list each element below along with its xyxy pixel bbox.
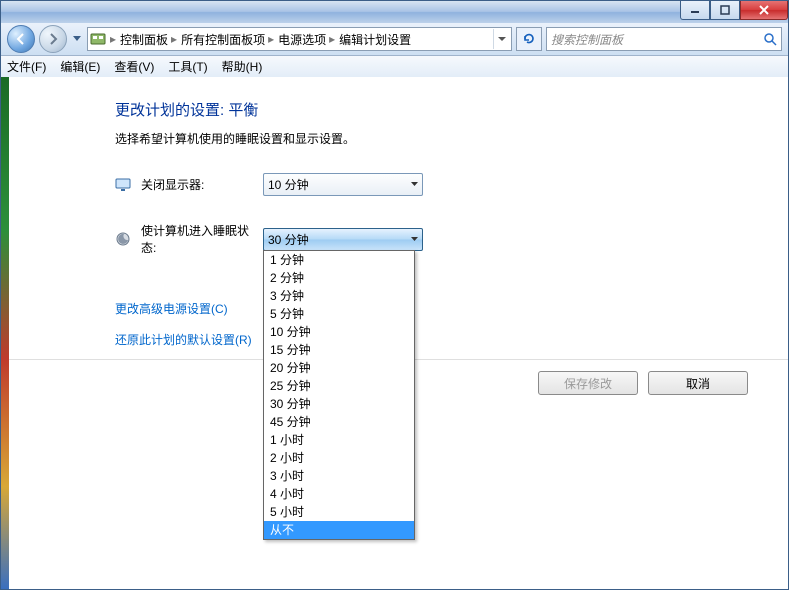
search-icon [763, 32, 777, 46]
dropdown-option[interactable]: 20 分钟 [264, 359, 414, 377]
dropdown-option[interactable]: 2 小时 [264, 449, 414, 467]
menu-view[interactable]: 查看(V) [114, 58, 154, 75]
link-advanced-settings[interactable]: 更改高级电源设置(C) [115, 300, 228, 317]
refresh-button[interactable] [516, 27, 542, 51]
display-off-label: 关闭显示器: [141, 176, 263, 193]
breadcrumb-item[interactable]: 所有控制面板项▸ [181, 31, 274, 48]
content-area: 更改计划的设置: 平衡 选择希望计算机使用的睡眠设置和显示设置。 关闭显示器: … [1, 77, 788, 589]
arrow-right-icon [46, 32, 60, 46]
display-off-combo[interactable]: 10 分钟 [263, 173, 423, 196]
menu-file[interactable]: 文件(F) [7, 58, 46, 75]
dropdown-option[interactable]: 4 小时 [264, 485, 414, 503]
menu-edit[interactable]: 编辑(E) [60, 58, 100, 75]
address-bar[interactable]: ▸ 控制面板▸ 所有控制面板项▸ 电源选项▸ 编辑计划设置 [87, 27, 512, 51]
display-off-value: 10 分钟 [268, 176, 309, 193]
chevron-down-icon [73, 36, 81, 42]
links-block: 更改高级电源设置(C) 还原此计划的默认设置(R) [115, 300, 788, 362]
cancel-button[interactable]: 取消 [648, 371, 748, 395]
refresh-icon [522, 32, 536, 46]
menu-bar: 文件(F) 编辑(E) 查看(V) 工具(T) 帮助(H) [1, 56, 788, 78]
save-button[interactable]: 保存修改 [538, 371, 638, 395]
sleep-value: 30 分钟 [268, 231, 309, 248]
nav-history-dropdown[interactable] [71, 36, 83, 42]
sleep-dropdown-list[interactable]: 1 分钟2 分钟3 分钟5 分钟10 分钟15 分钟20 分钟25 分钟30 分… [263, 250, 415, 540]
dropdown-option[interactable]: 25 分钟 [264, 377, 414, 395]
dropdown-option[interactable]: 5 小时 [264, 503, 414, 521]
dropdown-option[interactable]: 3 小时 [264, 467, 414, 485]
maximize-icon [720, 5, 730, 15]
dropdown-option[interactable]: 15 分钟 [264, 341, 414, 359]
maximize-button[interactable] [710, 1, 740, 20]
left-stripe [1, 77, 9, 589]
monitor-icon [115, 177, 131, 193]
close-button[interactable] [740, 1, 788, 20]
sleep-label: 使计算机进入睡眠状态: [141, 222, 263, 256]
close-icon [758, 5, 770, 15]
back-button[interactable] [7, 25, 35, 53]
footer-buttons: 保存修改 取消 [538, 371, 748, 395]
search-placeholder: 搜索控制面板 [551, 31, 623, 48]
titlebar [1, 1, 788, 23]
moon-icon [115, 231, 131, 247]
page-title: 更改计划的设置: 平衡 [115, 99, 788, 120]
window-buttons [680, 1, 788, 20]
dropdown-option[interactable]: 1 小时 [264, 431, 414, 449]
dropdown-option[interactable]: 2 分钟 [264, 269, 414, 287]
address-dropdown[interactable] [493, 29, 509, 49]
row-display-off: 关闭显示器: 10 分钟 [115, 173, 788, 196]
dropdown-option[interactable]: 10 分钟 [264, 323, 414, 341]
breadcrumb-item[interactable]: 编辑计划设置 [339, 31, 411, 48]
forward-button[interactable] [39, 25, 67, 53]
menu-tools[interactable]: 工具(T) [168, 58, 207, 75]
main-panel: 更改计划的设置: 平衡 选择希望计算机使用的睡眠设置和显示设置。 关闭显示器: … [9, 77, 788, 362]
minimize-icon [690, 5, 700, 15]
dropdown-option[interactable]: 45 分钟 [264, 413, 414, 431]
dropdown-option[interactable]: 1 分钟 [264, 251, 414, 269]
breadcrumb-sep[interactable]: ▸ [110, 32, 116, 46]
search-input[interactable]: 搜索控制面板 [546, 27, 782, 51]
dropdown-option[interactable]: 30 分钟 [264, 395, 414, 413]
breadcrumb-item[interactable]: 控制面板▸ [120, 31, 177, 48]
minimize-button[interactable] [680, 1, 710, 20]
control-panel-icon [90, 31, 106, 47]
dropdown-option[interactable]: 3 分钟 [264, 287, 414, 305]
row-sleep: 使计算机进入睡眠状态: 30 分钟 1 分钟2 分钟3 分钟5 分钟10 分钟1… [115, 222, 788, 256]
sleep-combo[interactable]: 30 分钟 1 分钟2 分钟3 分钟5 分钟10 分钟15 分钟20 分钟25 … [263, 228, 423, 251]
chevron-down-icon [411, 181, 418, 188]
chevron-down-icon [411, 236, 418, 243]
window: ▸ 控制面板▸ 所有控制面板项▸ 电源选项▸ 编辑计划设置 搜索控制面板 [0, 0, 789, 590]
breadcrumb-item[interactable]: 电源选项▸ [278, 31, 335, 48]
dropdown-option[interactable]: 5 分钟 [264, 305, 414, 323]
chevron-down-icon [498, 37, 506, 42]
page-subtext: 选择希望计算机使用的睡眠设置和显示设置。 [115, 130, 788, 147]
menu-help[interactable]: 帮助(H) [222, 58, 263, 75]
nav-row: ▸ 控制面板▸ 所有控制面板项▸ 电源选项▸ 编辑计划设置 搜索控制面板 [1, 23, 788, 56]
link-restore-defaults[interactable]: 还原此计划的默认设置(R) [115, 331, 252, 348]
arrow-left-icon [14, 32, 28, 46]
dropdown-option[interactable]: 从不 [264, 521, 414, 539]
